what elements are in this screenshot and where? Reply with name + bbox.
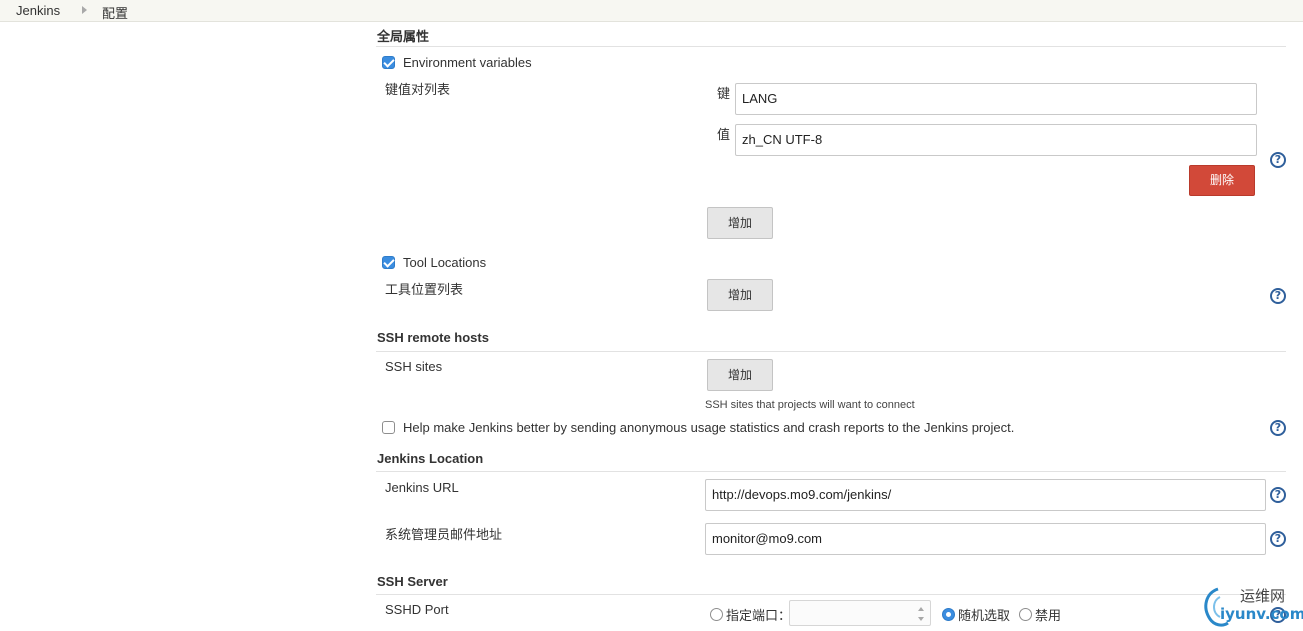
section-title-global-properties: 全局属性 (377, 29, 430, 44)
spinner-arrows-icon[interactable] (918, 607, 925, 621)
ssh-sites-hint: SSH sites that projects will want to con… (705, 399, 915, 411)
add-ssh-site-button[interactable]: 增加 (707, 359, 773, 391)
jenkins-url-input[interactable]: http://devops.mo9.com/jenkins/ (705, 479, 1266, 511)
delete-env-var-button[interactable]: 删除 (1189, 165, 1255, 196)
env-vars-label: Environment variables (403, 55, 532, 70)
breadcrumb: Jenkins 配置 (0, 0, 1303, 22)
watermark-logo: 运维网 iyunv.com (1200, 583, 1303, 629)
sshd-port-fixed-radio[interactable] (710, 608, 723, 621)
help-icon[interactable]: ? (1270, 531, 1286, 547)
breadcrumb-jenkins-link[interactable]: Jenkins (16, 3, 60, 18)
breadcrumb-current[interactable]: 配置 (102, 3, 128, 22)
sshd-port-random-radio[interactable] (942, 608, 955, 621)
jenkins-url-label: Jenkins URL (385, 480, 459, 495)
ssh-sites-label: SSH sites (385, 359, 443, 374)
env-value-input[interactable]: zh_CN UTF-8 (735, 124, 1257, 156)
sshd-port-random-label: 随机选取 (958, 608, 1011, 623)
sshd-port-label: SSHD Port (385, 602, 449, 617)
usage-stats-checkbox[interactable] (382, 421, 395, 434)
watermark-line2: iyunv.com (1220, 605, 1303, 623)
help-icon[interactable]: ? (1270, 487, 1286, 503)
help-icon[interactable]: ? (1270, 288, 1286, 304)
admin-email-input[interactable]: monitor@mo9.com (705, 523, 1266, 555)
help-icon[interactable]: ? (1270, 420, 1286, 436)
add-env-var-button[interactable]: 增加 (707, 207, 773, 239)
sshd-port-disabled-radio[interactable] (1019, 608, 1032, 621)
value-label: 值 (717, 127, 731, 142)
sshd-port-disabled-label: 禁用 (1035, 608, 1062, 623)
kv-list-label: 键值对列表 (385, 82, 451, 97)
section-title-ssh-server: SSH Server (377, 574, 448, 589)
add-tool-location-button[interactable]: 增加 (707, 279, 773, 311)
key-label: 键 (717, 86, 731, 101)
help-icon[interactable]: ? (1270, 152, 1286, 168)
usage-stats-label: Help make Jenkins better by sending anon… (403, 420, 1015, 435)
section-divider (376, 46, 1286, 47)
sshd-port-fixed-label: 指定端口： (726, 608, 792, 623)
watermark-line1: 运维网 (1240, 587, 1286, 605)
section-divider (376, 471, 1286, 472)
tool-locations-label: Tool Locations (403, 255, 487, 270)
admin-email-label: 系统管理员邮件地址 (385, 527, 503, 542)
tool-location-list-label: 工具位置列表 (385, 282, 464, 297)
env-vars-checkbox[interactable] (382, 56, 395, 69)
sshd-port-number-input[interactable] (789, 600, 931, 626)
section-divider (376, 351, 1286, 352)
tool-locations-checkbox[interactable] (382, 256, 395, 269)
section-title-ssh-remote-hosts: SSH remote hosts (377, 330, 489, 345)
section-title-jenkins-location: Jenkins Location (377, 451, 484, 466)
breadcrumb-arrow-icon[interactable] (82, 6, 87, 14)
section-divider (376, 594, 1286, 595)
env-key-input[interactable]: LANG (735, 83, 1257, 115)
